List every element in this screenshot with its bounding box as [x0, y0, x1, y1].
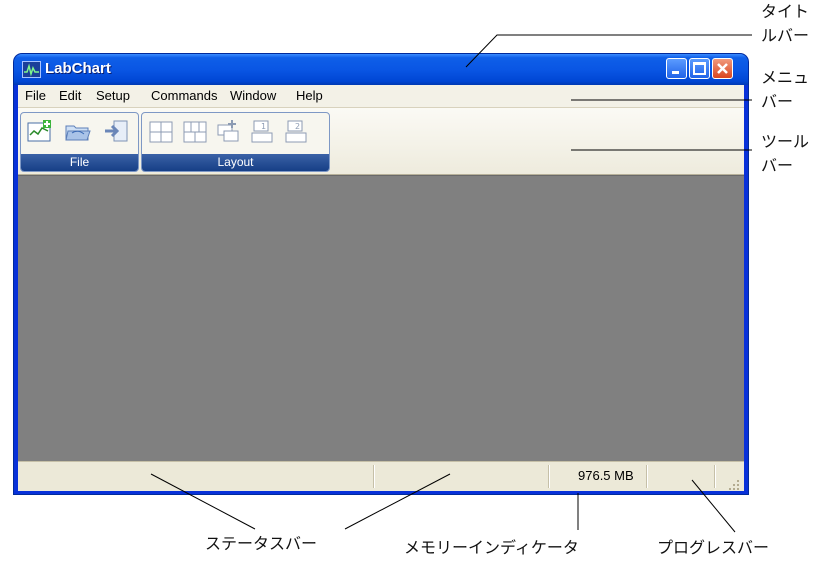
annotation-menu-bar-line1: メニュ	[761, 68, 810, 87]
new-chart-icon[interactable]	[26, 119, 54, 145]
menu-commands[interactable]: Commands	[151, 88, 217, 103]
status-bar: 976.5 MB	[18, 461, 744, 491]
labchart-window: LabChart File Edit Setup Commands Window…	[14, 54, 748, 494]
window-two-icon[interactable]: 2	[282, 119, 310, 145]
minimize-button[interactable]	[666, 58, 687, 79]
maximize-button[interactable]	[689, 58, 710, 79]
close-button[interactable]	[712, 58, 733, 79]
menu-setup[interactable]: Setup	[96, 88, 130, 103]
status-separator	[548, 465, 550, 488]
annotation-title-bar-line2: ルバー	[761, 26, 810, 45]
status-separator	[646, 465, 648, 488]
window-one-icon[interactable]: 1	[248, 119, 276, 145]
svg-text:1: 1	[261, 122, 266, 131]
toolbar-group-file: File	[20, 112, 139, 172]
annotation-toolbar: ツール バー	[761, 130, 809, 178]
annotation-memory-indicator: メモリーインディケータ	[404, 538, 579, 557]
resize-grip-icon[interactable]	[728, 476, 740, 490]
menu-file[interactable]: File	[25, 88, 46, 103]
annotation-status-bar: ステータスバー	[205, 534, 318, 553]
open-folder-icon[interactable]	[64, 119, 92, 145]
menu-bar: File Edit Setup Commands Window Help	[18, 85, 744, 108]
annotation-toolbar-line2: バー	[761, 156, 794, 175]
svg-text:2: 2	[295, 122, 300, 131]
toolbar-group-file-label: File	[21, 154, 138, 171]
menu-window[interactable]: Window	[230, 88, 276, 103]
labchart-app-icon	[22, 61, 41, 78]
import-icon[interactable]	[102, 119, 130, 145]
memory-indicator: 976.5 MB	[578, 468, 634, 483]
menu-edit[interactable]: Edit	[59, 88, 81, 103]
annotation-toolbar-line1: ツール	[761, 132, 810, 151]
window-title: LabChart	[45, 60, 111, 77]
annotation-progress-bar: プログレスバー	[657, 538, 770, 557]
client-area: File Edit Setup Commands Window Help Fil…	[18, 85, 744, 491]
annotation-title-bar: タイト ルバー	[761, 0, 809, 48]
window-add-icon[interactable]	[214, 119, 242, 145]
toolbar-group-layout: 1 2 Layout	[141, 112, 330, 172]
grid-four-icon[interactable]	[147, 119, 175, 145]
status-separator	[714, 465, 716, 488]
workspace-area[interactable]	[18, 175, 744, 461]
status-separator	[373, 465, 375, 488]
toolbar: File 1 2 Layout	[18, 108, 744, 175]
grid-three-icon[interactable]	[181, 119, 209, 145]
annotation-menu-bar: メニュ バー	[761, 66, 809, 114]
menu-help[interactable]: Help	[296, 88, 323, 103]
annotation-title-bar-line1: タイト	[761, 2, 810, 21]
annotation-menu-bar-line2: バー	[761, 92, 794, 111]
toolbar-group-layout-label: Layout	[142, 154, 329, 171]
title-bar[interactable]: LabChart	[14, 54, 748, 85]
